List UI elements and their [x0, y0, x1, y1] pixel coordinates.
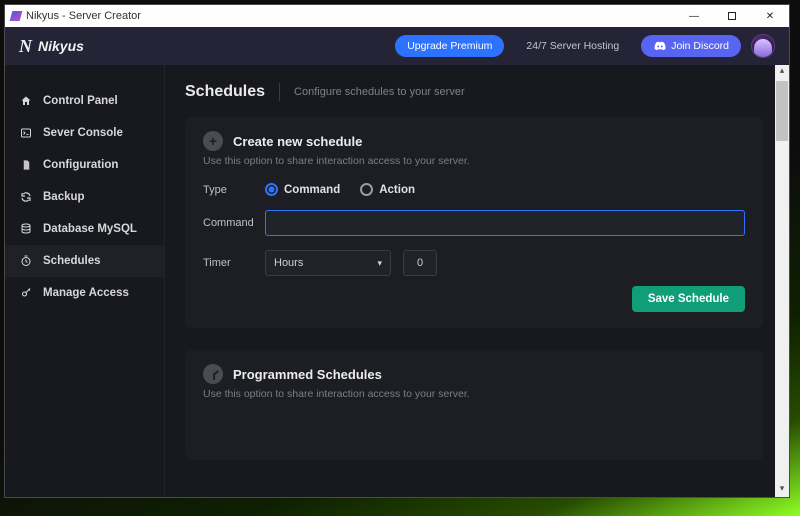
sidebar-item-label: Manage Access [43, 287, 129, 299]
refresh-icon [19, 190, 33, 204]
app-icon [10, 11, 23, 21]
radio-label: Action [379, 184, 415, 196]
join-discord-button[interactable]: Join Discord [641, 35, 741, 57]
upgrade-premium-label: Upgrade Premium [407, 40, 492, 52]
discord-icon [653, 41, 666, 51]
upgrade-premium-button[interactable]: Upgrade Premium [395, 35, 504, 57]
desktop-background: Nikyus - Server Creator — ✕ N Nikyus Upg… [0, 0, 800, 516]
timer-unit-selected: Hours [274, 257, 303, 269]
type-radio-group: Command Action [265, 183, 415, 196]
radio-dot-icon [265, 183, 278, 196]
programmed-schedules-title: Programmed Schedules [233, 367, 382, 382]
page-title: Schedules [185, 83, 265, 101]
type-radio-command[interactable]: Command [265, 183, 340, 196]
brand-logo[interactable]: N Nikyus [19, 36, 84, 57]
title-divider [279, 83, 280, 101]
type-label: Type [203, 184, 265, 196]
app-header: N Nikyus Upgrade Premium 24/7 Server Hos… [5, 27, 789, 65]
window-close-button[interactable]: ✕ [751, 5, 789, 27]
programmed-schedules-card: Programmed Schedules Use this option to … [185, 350, 763, 460]
timer-value-input[interactable] [403, 250, 437, 276]
sidebar-item-control-panel[interactable]: Control Panel [5, 85, 164, 117]
command-label: Command [203, 217, 265, 229]
create-schedule-card: + Create new schedule Use this option to… [185, 117, 763, 328]
brand-mark-icon: N [19, 36, 30, 57]
page-subtitle: Configure schedules to your server [294, 86, 465, 98]
save-schedule-button[interactable]: Save Schedule [632, 286, 745, 312]
window-titlebar: Nikyus - Server Creator — ✕ [5, 5, 789, 27]
create-schedule-subtitle: Use this option to share interaction acc… [203, 155, 745, 167]
radio-label: Command [284, 184, 340, 196]
scrollbar-up-icon: ▴ [775, 65, 789, 79]
timer-label: Timer [203, 257, 265, 269]
radio-dot-icon [360, 183, 373, 196]
clock-icon [203, 364, 223, 384]
sidebar-item-manage-access[interactable]: Manage Access [5, 277, 164, 309]
sidebar-item-label: Backup [43, 191, 85, 203]
sidebar-nav: Control Panel Sever Console Configuratio… [5, 65, 165, 497]
home-icon [19, 94, 33, 108]
key-icon [19, 286, 33, 300]
console-icon [19, 126, 33, 140]
sidebar-item-label: Control Panel [43, 95, 118, 107]
sidebar-item-server-console[interactable]: Sever Console [5, 117, 164, 149]
app-window: Nikyus - Server Creator — ✕ N Nikyus Upg… [4, 4, 790, 498]
timer-unit-select[interactable]: Hours ▾ [265, 250, 391, 276]
main-content: Schedules Configure schedules to your se… [165, 65, 789, 497]
server-hosting-label: 24/7 Server Hosting [526, 40, 619, 52]
create-schedule-title: Create new schedule [233, 134, 362, 149]
join-discord-label: Join Discord [671, 40, 729, 52]
vertical-scrollbar[interactable]: ▴ ▾ [775, 65, 789, 497]
plus-icon: + [203, 131, 223, 151]
window-maximize-button[interactable] [713, 5, 751, 27]
database-icon [19, 222, 33, 236]
server-hosting-link[interactable]: 24/7 Server Hosting [514, 35, 631, 57]
clock-icon [19, 254, 33, 268]
sidebar-item-label: Database MySQL [43, 223, 137, 235]
scrollbar-thumb[interactable] [776, 81, 788, 141]
file-icon [19, 158, 33, 172]
type-radio-action[interactable]: Action [360, 183, 415, 196]
avatar-image [754, 39, 772, 57]
command-input[interactable] [265, 210, 745, 236]
sidebar-item-label: Configuration [43, 159, 118, 171]
user-avatar[interactable] [751, 34, 775, 58]
sidebar-item-label: Sever Console [43, 127, 123, 139]
brand-name: Nikyus [38, 38, 84, 54]
sidebar-item-configuration[interactable]: Configuration [5, 149, 164, 181]
scrollbar-down-icon: ▾ [775, 483, 789, 497]
sidebar-item-schedules[interactable]: Schedules [5, 245, 164, 277]
sidebar-item-label: Schedules [43, 255, 101, 267]
save-schedule-label: Save Schedule [648, 293, 729, 305]
chevron-down-icon: ▾ [377, 258, 382, 269]
window-minimize-button[interactable]: — [675, 5, 713, 27]
window-title: Nikyus - Server Creator [26, 10, 141, 22]
sidebar-item-backup[interactable]: Backup [5, 181, 164, 213]
sidebar-item-database[interactable]: Database MySQL [5, 213, 164, 245]
programmed-schedules-subtitle: Use this option to share interaction acc… [203, 388, 745, 400]
